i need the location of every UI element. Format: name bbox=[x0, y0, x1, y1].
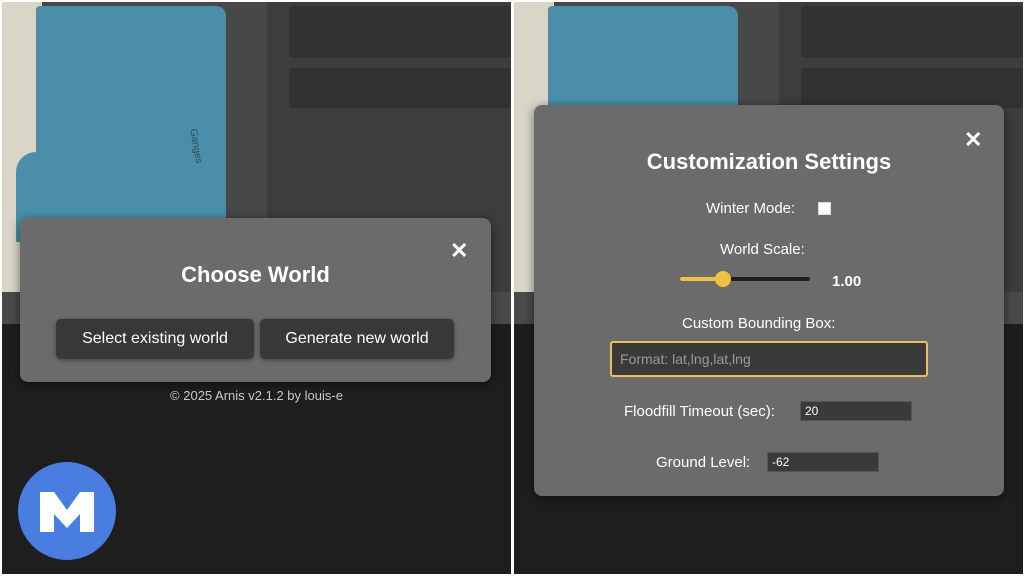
close-icon[interactable]: ✕ bbox=[964, 129, 982, 151]
world-scale-slider[interactable] bbox=[680, 271, 810, 287]
side-box bbox=[289, 6, 511, 58]
left-screen: Ganges ✕ Choose World Select existing wo… bbox=[2, 2, 511, 574]
copyright-text: © 2025 Arnis v2.1.2 by louis-e bbox=[170, 388, 343, 403]
dialog-title: Choose World bbox=[181, 262, 330, 287]
floodfill-timeout-label: Floodfill Timeout (sec): bbox=[624, 403, 775, 420]
arnis-logo-icon bbox=[18, 462, 116, 560]
customization-settings-dialog: ✕ Customization Settings Winter Mode: Wo… bbox=[534, 105, 1004, 496]
close-icon[interactable]: ✕ bbox=[450, 240, 468, 262]
generate-new-world-button[interactable]: Generate new world bbox=[260, 319, 454, 359]
choose-world-dialog: ✕ Choose World Select existing world Gen… bbox=[20, 218, 491, 382]
bounding-box-label: Custom Bounding Box: bbox=[682, 315, 836, 332]
bounding-box-input[interactable] bbox=[610, 341, 928, 377]
map-river bbox=[36, 6, 226, 236]
winter-mode-label: Winter Mode: bbox=[706, 200, 796, 217]
floodfill-timeout-input[interactable] bbox=[800, 401, 912, 421]
world-scale-slider-thumb[interactable] bbox=[714, 271, 731, 287]
ground-level-label: Ground Level: bbox=[656, 454, 751, 471]
side-box bbox=[801, 68, 1023, 108]
right-screen: ✕ Customization Settings Winter Mode: Wo… bbox=[514, 2, 1023, 574]
winter-mode-checkbox[interactable] bbox=[818, 202, 831, 215]
world-scale-label: World Scale: bbox=[720, 241, 805, 258]
select-existing-world-button[interactable]: Select existing world bbox=[56, 319, 254, 359]
side-box bbox=[801, 6, 1023, 58]
dialog-title: Customization Settings bbox=[646, 149, 892, 174]
side-box bbox=[289, 68, 511, 108]
world-scale-value: 1.00 bbox=[832, 273, 862, 290]
ground-level-input[interactable] bbox=[767, 452, 879, 472]
